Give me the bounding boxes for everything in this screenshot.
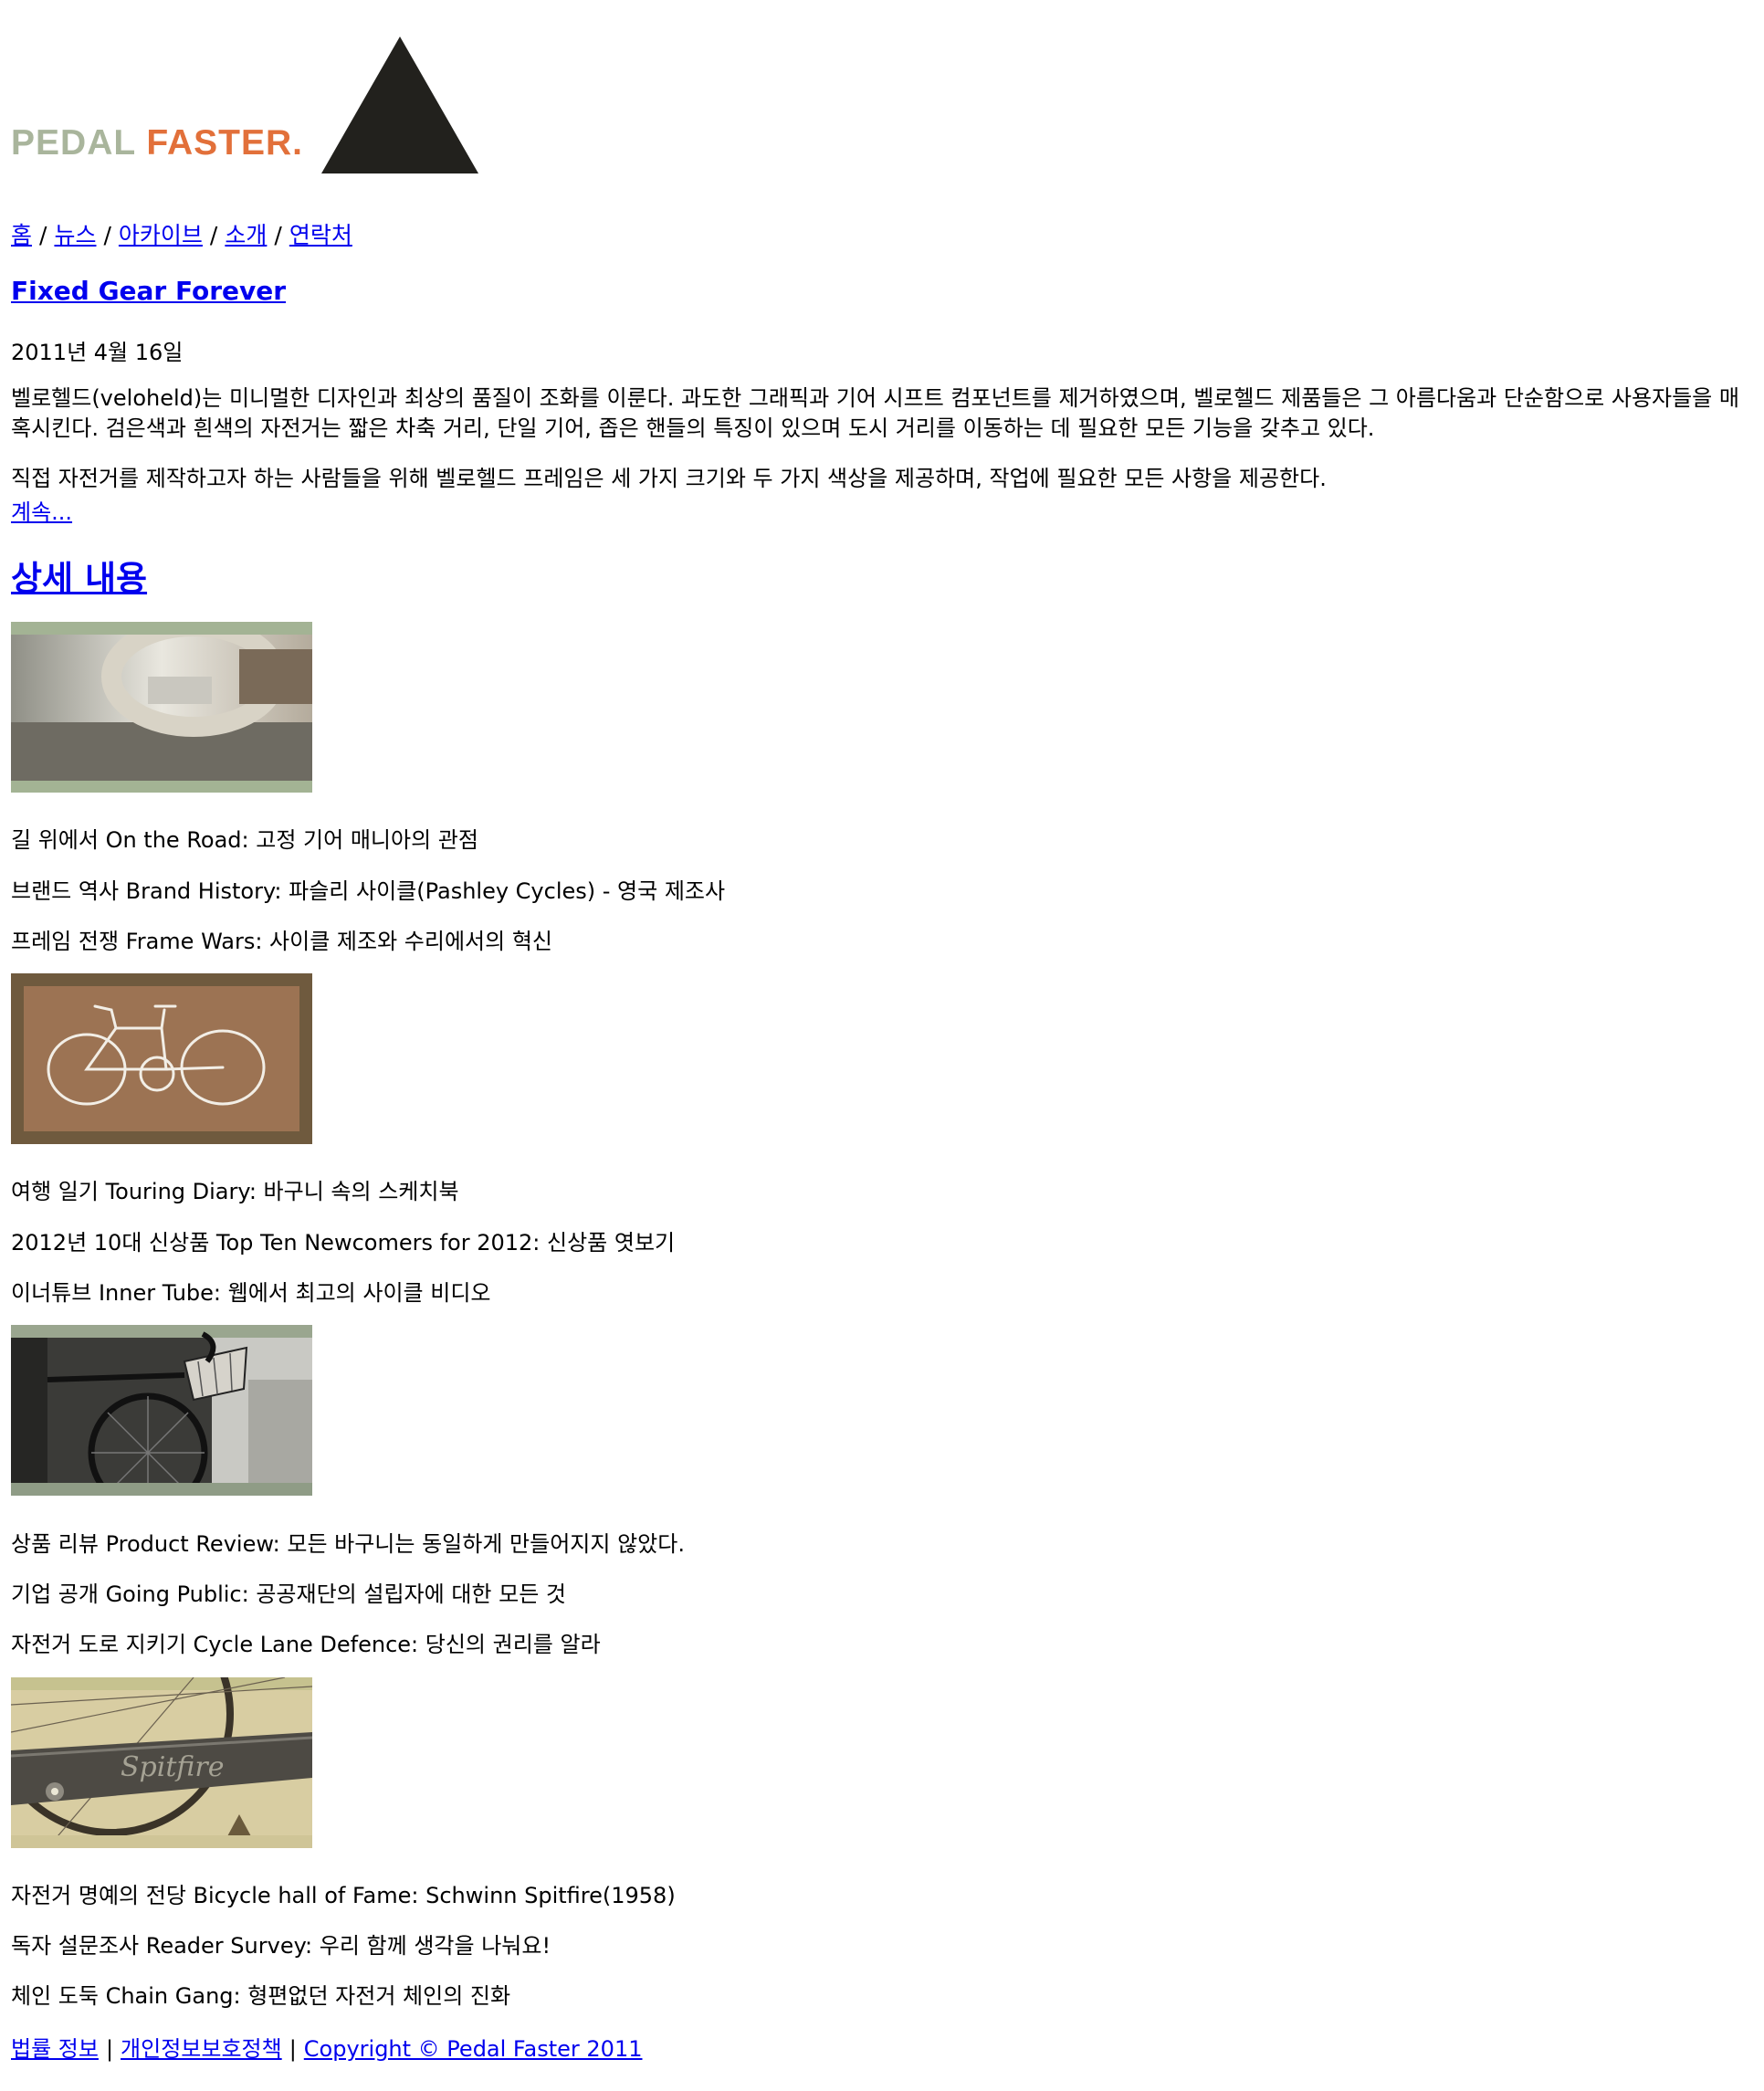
footer-separator: | [289,2036,297,2062]
chainguard-brand-text: Spitfire [121,1751,225,1783]
read-more-link[interactable]: 계속... [11,494,72,526]
legal-info-link[interactable]: 법률 정보 [11,2036,99,2062]
nav-home-link[interactable]: 홈 [11,222,32,248]
list-item: 자전거 명예의 전당 Bicycle hall of Fame: Schwinn… [11,1883,676,1908]
site-footer: 법률 정보 | 개인정보보호정책 | Copyright © Pedal Faster … [11,2031,643,2063]
list-item: 상품 리뷰 Product Review: 모든 바구니는 동일하게 만들어지지… [11,1531,685,1557]
site-header: PEDAL FASTER. [11,37,559,183]
nav-separator: / [103,222,111,248]
nav-separator: / [209,222,218,248]
post-paragraph: 직접 자전거를 제작하고자 하는 사람들을 위해 벨로헬드 프레임은 세 가지 … [11,466,1327,491]
list-item: 여행 일기 Touring Diary: 바구니 속의 스케치북 [11,1179,459,1204]
bike-handlebar-photo-icon[interactable] [11,622,312,793]
site-logo[interactable]: PEDAL FASTER. [11,123,303,163]
post-title-link[interactable]: Fixed Gear Forever [11,276,286,306]
nav-about-link[interactable]: 소개 [225,222,267,248]
post-title: Fixed Gear Forever [11,276,286,306]
post-paragraph: 벨로헬드(veloheld)는 미니멀한 디자인과 최상의 품질이 조화를 이룬… [11,385,1739,441]
section-title-link[interactable]: 상세 내용 [11,559,147,598]
bike-chainguard-photo-icon[interactable]: Spitfire [11,1677,312,1848]
list-item: 체인 도둑 Chain Gang: 형편없던 자전거 체인의 진화 [11,1983,511,2009]
privacy-policy-link[interactable]: 개인정보보호정책 [121,2036,282,2062]
list-item: 길 위에서 On the Road: 고정 기어 매니아의 관점 [11,827,478,853]
logo-word-faster: FASTER. [146,123,304,163]
triangle-logo-icon [321,37,478,173]
main-nav: 홈 / 뉴스 / 아카이브 / 소개 / 연락처 [11,217,352,250]
list-item: 독자 설문조사 Reader Survey: 우리 함께 생각을 나눠요! [11,1933,551,1959]
logo-word-pedal: PEDAL [11,123,136,163]
bike-sketch-drawing-icon[interactable] [11,973,312,1144]
nav-separator: / [274,222,282,248]
footer-separator: | [105,2036,114,2062]
post-date: 2011년 4월 16일 [11,340,184,365]
list-item: 브랜드 역사 Brand History: 파슬리 사이클(Pashley Cy… [11,878,726,904]
list-item: 2012년 10대 신상품 Top Ten Newcomers for 2012… [11,1230,676,1256]
nav-contact-link[interactable]: 연락처 [289,222,352,248]
nav-archive-link[interactable]: 아카이브 [119,222,203,248]
nav-separator: / [39,222,47,248]
list-item: 이너튜브 Inner Tube: 웹에서 최고의 사이클 비디오 [11,1280,491,1306]
list-item: 자전거 도로 지키기 Cycle Lane Defence: 당신의 권리를 알… [11,1632,601,1657]
list-item: 프레임 전쟁 Frame Wars: 사이클 제조와 수리에서의 혁신 [11,929,552,954]
list-item: 기업 공개 Going Public: 공공재단의 설립자에 대한 모든 것 [11,1581,566,1607]
nav-news-link[interactable]: 뉴스 [54,222,96,248]
section-title: 상세 내용 [11,551,147,600]
bike-basket-photo-icon[interactable] [11,1325,312,1496]
copyright-link[interactable]: Copyright © Pedal Faster 2011 [304,2036,643,2062]
